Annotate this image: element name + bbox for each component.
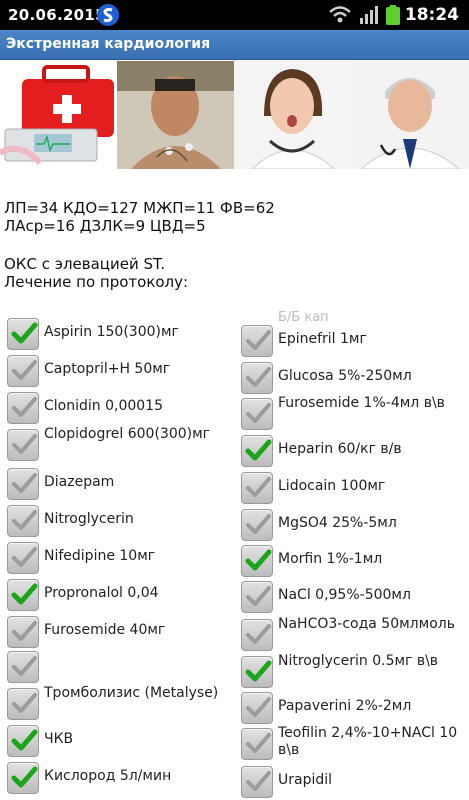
- wifi-icon: [329, 6, 351, 23]
- checklist-item[interactable]: NaCl 0,95%-500мл: [241, 581, 466, 615]
- unchecked-checkbox[interactable]: [241, 619, 273, 651]
- nurse-image: [234, 61, 351, 169]
- checklist-item-label: Furosemide 40мг: [44, 622, 166, 638]
- battery-icon: [386, 5, 400, 25]
- header-images: [0, 61, 469, 169]
- checked-checkbox[interactable]: [7, 762, 39, 794]
- checklist-item[interactable]: Тромболизис (Metalyse): [7, 685, 237, 722]
- unchecked-checkbox[interactable]: [7, 429, 39, 461]
- checklist-item-label: Papaverini 2%-2мл: [278, 698, 412, 714]
- checklist-item[interactable]: Aspirin 150(300)мг: [7, 318, 237, 352]
- checklist-item[interactable]: Furosemide 1%-4мл в\в: [241, 395, 466, 432]
- unchecked-checkbox[interactable]: [7, 688, 39, 720]
- metrics-line-1: ЛП=34 КДО=127 МЖП=11 ФВ=62: [4, 199, 275, 217]
- checklist-item[interactable]: Urapidil: [241, 766, 466, 800]
- unchecked-checkbox[interactable]: [241, 362, 273, 394]
- signal-icon: [360, 6, 378, 24]
- checklist-item-label: Aspirin 150(300)мг: [44, 324, 179, 340]
- checklist-item[interactable]: Glucosa 5%-250мл: [241, 362, 466, 396]
- checklist-item-label: Urapidil: [278, 772, 333, 788]
- checklist-item[interactable]: NaHCO3-сода 50млмоль: [241, 616, 466, 653]
- checklist-item[interactable]: Teofilin 2,4%-10+NACl 10 в\в: [241, 725, 466, 762]
- unchecked-checkbox[interactable]: [7, 616, 39, 648]
- checked-checkbox[interactable]: [7, 725, 39, 757]
- diagnosis-line-1: ОКС с элевацией ST.: [4, 255, 166, 273]
- checklist-item-label: Nitroglycerin 0.5мг в\в: [278, 653, 439, 669]
- checklist-item-label: Glucosa 5%-250мл: [278, 368, 412, 384]
- checklist-item[interactable]: Кислород 5л/мин: [7, 762, 237, 796]
- checklist-item[interactable]: Nitroglycerin: [7, 505, 237, 539]
- title-bar: Экстренная кардиология: [0, 30, 469, 60]
- checklist-item-label: Heparin 60/кг в/в: [278, 441, 402, 457]
- checklist-item[interactable]: Nifedipine 10мг: [7, 542, 237, 576]
- checked-checkbox[interactable]: [241, 435, 273, 467]
- unchecked-checkbox[interactable]: [241, 766, 273, 798]
- checklist-item[interactable]: Furosemide 40мг: [7, 616, 237, 650]
- checklist-item[interactable]: ЧКВ: [7, 725, 237, 759]
- checklist-item-label: Teofilin 2,4%-10+NACl 10 в\в: [278, 725, 458, 758]
- unchecked-checkbox[interactable]: [241, 472, 273, 504]
- checklist-item[interactable]: Clonidin 0,00015: [7, 392, 237, 426]
- checked-checkbox[interactable]: [7, 318, 39, 350]
- checklist-item[interactable]: MgSO4 25%-5мл: [241, 509, 466, 543]
- first-aid-kit-image: [0, 61, 117, 169]
- checklist-item-label: Captopril+H 50мг: [44, 361, 171, 377]
- app-logo-icon: [97, 4, 119, 26]
- status-bar: 20.06.2015 18:24: [0, 0, 469, 30]
- checked-checkbox[interactable]: [241, 656, 273, 688]
- diagnosis-line-2: Лечение по протоколу:: [4, 273, 189, 291]
- unchecked-checkbox[interactable]: [241, 581, 273, 613]
- checklist-item-label: Diazepam: [44, 474, 115, 490]
- unchecked-checkbox[interactable]: [241, 398, 273, 430]
- unchecked-checkbox[interactable]: [241, 728, 273, 760]
- echo-metrics: ЛП=34 КДО=127 МЖП=11 ФВ=62 ЛАср=16 ДЗЛК=…: [4, 199, 275, 235]
- unchecked-checkbox[interactable]: [7, 468, 39, 500]
- unchecked-checkbox[interactable]: [7, 392, 39, 424]
- checklist-item-label: Propronalol 0,04: [44, 585, 159, 601]
- checklist-item-label: NaHCO3-сода 50млмоль: [278, 616, 455, 632]
- unchecked-checkbox[interactable]: [7, 542, 39, 574]
- checked-checkbox[interactable]: [7, 579, 39, 611]
- faded-item-label: Б/Б кап: [278, 310, 329, 325]
- checklist-item[interactable]: Heparin 60/кг в/в: [241, 435, 466, 469]
- page-title: Экстренная кардиология: [6, 36, 211, 52]
- unchecked-checkbox[interactable]: [241, 509, 273, 541]
- patient-image: [117, 61, 234, 169]
- checklist-item-label: Epinefril 1мг: [278, 331, 367, 347]
- unchecked-checkbox[interactable]: [7, 651, 39, 683]
- unchecked-checkbox[interactable]: [241, 692, 273, 724]
- checklist-item-label: MgSO4 25%-5мл: [278, 515, 397, 531]
- checklist-item-label: Furosemide 1%-4мл в\в: [278, 395, 445, 411]
- checklist-item[interactable]: Lidocain 100мг: [241, 472, 466, 506]
- checklist-item[interactable]: Morfin 1%-1мл: [241, 545, 466, 579]
- checklist-item-label: Morfin 1%-1мл: [278, 551, 383, 567]
- checklist-item-label: Nifedipine 10мг: [44, 548, 156, 564]
- checked-checkbox[interactable]: [241, 545, 273, 577]
- doctor-image: [351, 61, 469, 169]
- diagnosis: ОКС с элевацией ST. Лечение по протоколу…: [4, 255, 188, 291]
- status-time: 18:24: [404, 5, 459, 25]
- checklist-item[interactable]: Papaverini 2%-2мл: [241, 692, 466, 726]
- checklist-item[interactable]: [7, 651, 237, 685]
- checklist-item-label: ЧКВ: [44, 731, 74, 747]
- checklist-item-label: Clonidin 0,00015: [44, 398, 163, 414]
- checklist-item[interactable]: Nitroglycerin 0.5мг в\в: [241, 653, 466, 690]
- checklist-item-label: Lidocain 100мг: [278, 478, 386, 494]
- checklist-item[interactable]: Captopril+H 50мг: [7, 355, 237, 389]
- checklist-item-label: Clopidogrel 600(300)мг: [44, 426, 211, 442]
- unchecked-checkbox[interactable]: [7, 505, 39, 537]
- checklist-item[interactable]: Diazepam: [7, 468, 237, 502]
- checklist-item-label: Nitroglycerin: [44, 511, 134, 527]
- checklist-item-label: NaCl 0,95%-500мл: [278, 587, 411, 603]
- unchecked-checkbox[interactable]: [7, 355, 39, 387]
- metrics-line-2: ЛАср=16 ДЗЛК=9 ЦВД=5: [4, 217, 206, 235]
- checklist-item[interactable]: Propronalol 0,04: [7, 579, 237, 613]
- checklist-item[interactable]: Clopidogrel 600(300)мг: [7, 426, 237, 463]
- checklist-item[interactable]: Epinefril 1мг: [241, 325, 466, 359]
- checklist-item-label: Тромболизис (Metalyse): [44, 685, 219, 701]
- unchecked-checkbox[interactable]: [241, 325, 273, 357]
- checklist-item-label: Кислород 5л/мин: [44, 768, 172, 784]
